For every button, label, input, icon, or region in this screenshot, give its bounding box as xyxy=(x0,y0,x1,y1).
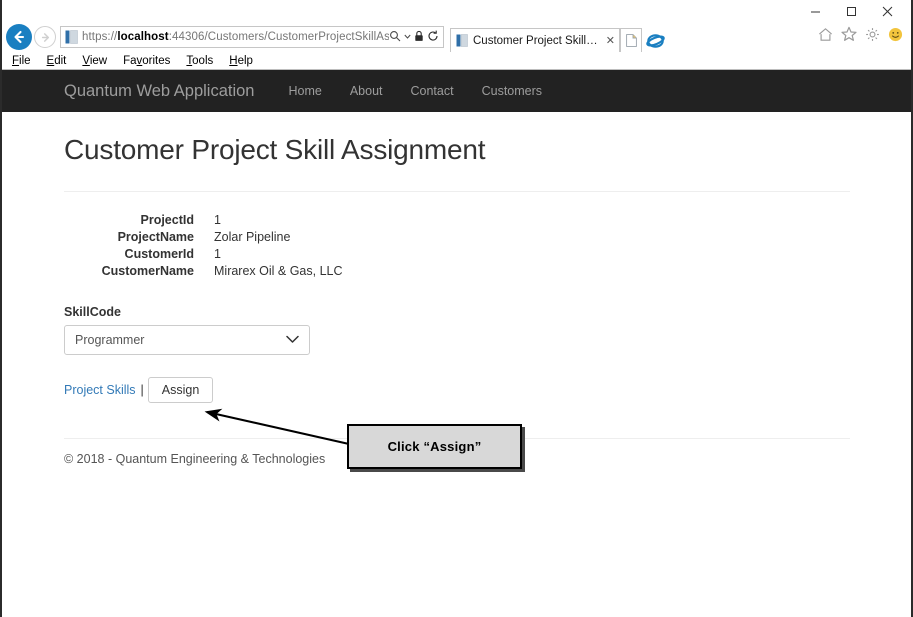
title-bar xyxy=(2,0,911,22)
window-controls xyxy=(797,0,905,22)
nav-item-home[interactable]: Home xyxy=(288,84,321,98)
site-navbar: Quantum Web Application Home About Conta… xyxy=(2,70,911,112)
settings-gear-icon[interactable] xyxy=(865,27,880,47)
detail-label: CustomerId xyxy=(124,247,194,261)
skillcode-label: SkillCode xyxy=(64,305,121,319)
menu-edit[interactable]: Edit xyxy=(47,55,67,67)
skillcode-select[interactable]: Programmer xyxy=(64,325,310,355)
detail-row-projectname: ProjectName Zolar Pipeline xyxy=(64,229,849,246)
new-tab-icon xyxy=(625,34,637,47)
close-button[interactable] xyxy=(869,0,905,22)
detail-row-customername: CustomerName Mirarex Oil & Gas, LLC xyxy=(64,263,849,280)
address-text: https://localhost:44306/Customers/Custom… xyxy=(82,31,389,43)
site-nav-links: Home About Contact Customers xyxy=(288,84,542,98)
url-host: localhost xyxy=(117,31,169,43)
tab-close-button[interactable]: ✕ xyxy=(606,34,615,47)
internet-explorer-icon[interactable] xyxy=(642,28,668,52)
browser-command-icons xyxy=(818,26,903,47)
skillcode-selected-value: Programmer xyxy=(75,333,145,347)
menu-file[interactable]: File xyxy=(12,55,31,67)
forward-arrow-icon xyxy=(41,32,49,42)
browser-tab[interactable]: Customer Project Skill Assi... ✕ xyxy=(450,28,620,52)
menu-favorites[interactable]: Favorites xyxy=(123,55,170,67)
detail-label: ProjectName xyxy=(117,230,194,244)
detail-value: Mirarex Oil & Gas, LLC xyxy=(214,264,343,278)
back-button[interactable] xyxy=(6,24,32,50)
tab-favicon xyxy=(456,34,468,47)
page-viewport: Quantum Web Application Home About Conta… xyxy=(2,70,911,617)
url-path: :44306/Customers/CustomerProjectSkillAss… xyxy=(168,31,389,43)
project-details-list: ProjectId 1 ProjectName Zolar Pipeline C… xyxy=(64,212,849,280)
favorites-star-icon[interactable] xyxy=(841,26,857,47)
home-icon[interactable] xyxy=(818,27,833,47)
nav-item-about[interactable]: About xyxy=(350,84,383,98)
annotation-callout: Click “Assign” xyxy=(347,424,522,469)
page-title: Customer Project Skill Assignment xyxy=(64,134,486,165)
browser-toolbar: https://localhost:44306/Customers/Custom… xyxy=(2,22,911,52)
menu-bar: File Edit View Favorites Tools Help xyxy=(2,52,911,70)
detail-value: Zolar Pipeline xyxy=(214,230,291,244)
address-bar[interactable]: https://localhost:44306/Customers/Custom… xyxy=(60,26,444,48)
smiley-feedback-icon[interactable] xyxy=(888,27,903,47)
tab-strip: Customer Project Skill Assi... ✕ xyxy=(450,22,668,52)
detail-value: 1 xyxy=(214,247,221,261)
annotation-callout-text: Click “Assign” xyxy=(387,439,482,454)
page-container: Customer Project Skill Assignment Projec… xyxy=(2,134,911,466)
menu-tools[interactable]: Tools xyxy=(186,55,213,67)
action-row: Project Skills | Assign xyxy=(64,377,849,403)
detail-value: 1 xyxy=(214,213,221,227)
assign-button[interactable]: Assign xyxy=(147,377,214,403)
detail-label: ProjectId xyxy=(140,213,195,227)
detail-label: CustomerName xyxy=(101,264,194,278)
forward-button[interactable] xyxy=(34,26,56,48)
minimize-button[interactable] xyxy=(797,0,833,22)
project-skills-link[interactable]: Project Skills xyxy=(64,383,136,397)
refresh-icon[interactable] xyxy=(427,30,439,45)
url-scheme: https:// xyxy=(82,31,118,43)
header-divider xyxy=(64,191,850,192)
nav-item-customers[interactable]: Customers xyxy=(482,84,542,98)
lock-icon xyxy=(414,30,424,45)
detail-row-customerid: CustomerId 1 xyxy=(64,246,849,263)
detail-row-projectid: ProjectId 1 xyxy=(64,212,849,229)
new-tab-button[interactable] xyxy=(620,28,642,52)
tab-title: Customer Project Skill Assi... xyxy=(473,34,600,47)
chevron-down-icon[interactable] xyxy=(404,32,411,43)
action-separator: | xyxy=(140,383,144,397)
address-bar-tools xyxy=(389,30,439,45)
chevron-down-icon xyxy=(286,333,299,347)
page-icon xyxy=(65,30,78,44)
skillcode-form-group: SkillCode Programmer xyxy=(64,305,849,355)
menu-view[interactable]: View xyxy=(82,55,107,67)
browser-window: https://localhost:44306/Customers/Custom… xyxy=(0,0,913,617)
menu-help[interactable]: Help xyxy=(229,55,253,67)
search-icon[interactable] xyxy=(389,30,401,45)
site-brand[interactable]: Quantum Web Application xyxy=(64,82,254,101)
maximize-button[interactable] xyxy=(833,0,869,22)
back-arrow-icon xyxy=(14,30,25,44)
nav-item-contact[interactable]: Contact xyxy=(411,84,454,98)
